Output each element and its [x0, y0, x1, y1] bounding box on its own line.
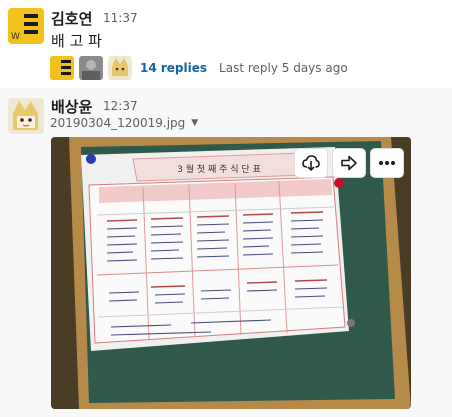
- sender-name[interactable]: 김호연: [51, 8, 92, 29]
- share-arrow-icon: [341, 155, 357, 171]
- reply-avatar-1: [50, 56, 74, 80]
- reply-avatar-2: [79, 56, 103, 80]
- message-kimhoyeon: W 김호연 11:37 배 고 파 14 replies Last reply …: [0, 0, 452, 88]
- message-text: 배 고 파: [51, 32, 102, 50]
- avatar-kimhoyeon[interactable]: W: [8, 8, 44, 44]
- sender-name[interactable]: 배상윤: [51, 96, 92, 117]
- svg-text:W: W: [11, 32, 20, 42]
- reply-avatar-3: [108, 56, 132, 80]
- file-name-text[interactable]: 20190304_120019.jpg: [50, 116, 185, 130]
- thread-last-reply: Last reply 5 days ago: [219, 61, 348, 75]
- more-horizontal-icon: [379, 161, 395, 165]
- caret-down-icon[interactable]: ▼: [191, 118, 198, 128]
- timestamp[interactable]: 12:37: [103, 99, 138, 113]
- menu-board-title: 3 월 첫 째 주 식 단 표: [177, 163, 261, 175]
- download-button[interactable]: [294, 148, 328, 178]
- download-icon: [302, 155, 320, 172]
- timestamp[interactable]: 11:37: [103, 11, 138, 25]
- thread-replies-link[interactable]: 14 replies: [140, 61, 207, 75]
- share-button[interactable]: [332, 148, 366, 178]
- file-name[interactable]: 20190304_120019.jpg ▼: [50, 116, 198, 130]
- more-actions-button[interactable]: [370, 148, 404, 178]
- thread-summary[interactable]: 14 replies Last reply 5 days ago: [50, 56, 348, 80]
- avatar-baesangyun[interactable]: [8, 98, 44, 134]
